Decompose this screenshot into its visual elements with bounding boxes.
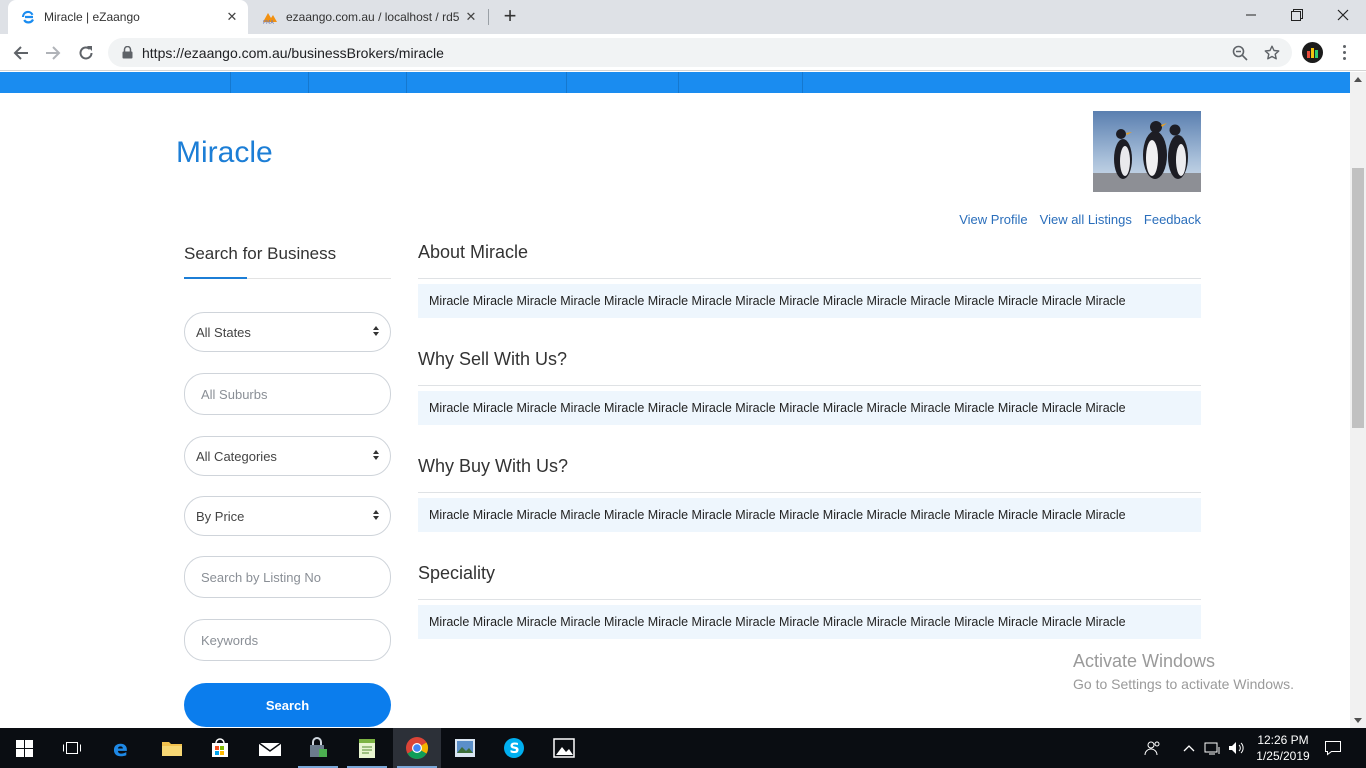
section-text: Miracle Miracle Miracle Miracle Miracle … [418, 284, 1201, 318]
photos-viewer-icon[interactable] [441, 728, 489, 768]
forward-icon[interactable] [40, 40, 66, 66]
notepad-icon[interactable] [343, 728, 391, 768]
skype-icon[interactable]: S [490, 728, 538, 768]
minimize-icon[interactable] [1228, 0, 1274, 30]
broker-profile-image [1093, 111, 1201, 192]
zoom-icon[interactable] [1228, 41, 1252, 65]
section-heading: About Miracle [418, 242, 529, 262]
svg-text:S: S [510, 741, 520, 757]
tab-miracle[interactable]: Miracle | eZaango ✕ [8, 0, 248, 34]
store-icon[interactable] [196, 728, 244, 768]
ezaango-favicon-icon [20, 9, 36, 25]
svg-text:PMA: PMA [263, 20, 274, 25]
lock-icon[interactable] [120, 46, 134, 60]
section-text: Miracle Miracle Miracle Miracle Miracle … [418, 605, 1201, 639]
svg-text:e: e [113, 737, 128, 759]
sidebar-title: Search for Business [184, 244, 337, 263]
phpmyadmin-favicon-icon: PMA [262, 9, 278, 25]
tab-title: Miracle | eZaango [44, 10, 140, 24]
watermark-title: Activate Windows [1073, 651, 1216, 671]
people-icon[interactable] [1142, 728, 1164, 768]
select-arrows-icon [372, 510, 379, 520]
extension-icon[interactable] [1302, 42, 1323, 63]
window-close-icon[interactable] [1320, 0, 1366, 30]
section-text: Miracle Miracle Miracle Miracle Miracle … [418, 498, 1201, 532]
price-select-value: By Price [196, 508, 245, 524]
reload-icon[interactable] [73, 40, 99, 66]
search-sidebar: Search for Business [184, 244, 391, 279]
keywords-input[interactable]: Keywords [184, 619, 391, 661]
address-bar[interactable]: https://ezaango.com.au/businessBrokers/m… [108, 38, 1292, 67]
browser-tab-strip: Miracle | eZaango ✕ PMA ezaango.com.au /… [0, 0, 1366, 34]
select-arrows-icon [372, 326, 379, 336]
tab-close-icon[interactable]: ✕ [461, 7, 481, 27]
section-heading: Why Buy With Us? [418, 456, 569, 476]
profile-links: View Profile View all Listings Feedback [959, 212, 1201, 227]
windows-taskbar: e S 12:26 PM 1/25/2019 [0, 728, 1366, 768]
clock-date: 1/25/2019 [1256, 749, 1310, 763]
state-select-value: All States [196, 324, 251, 340]
system-clock[interactable]: 12:26 PM 1/25/2019 [1250, 732, 1316, 764]
watermark-subtitle: Go to Settings to activate Windows. [1073, 676, 1294, 692]
keywords-placeholder: Keywords [201, 632, 259, 648]
page-title: Miracle [176, 136, 273, 169]
tab-title: ezaango.com.au / localhost / rd5 [286, 10, 460, 24]
page-scrollbar[interactable] [1350, 72, 1366, 728]
volume-icon[interactable] [1226, 728, 1248, 768]
activate-windows-watermark: Activate Windows Go to Settings to activ… [1073, 651, 1294, 692]
new-tab-icon[interactable]: + [498, 5, 522, 29]
scroll-down-icon[interactable] [1354, 718, 1362, 723]
network-icon[interactable] [1202, 728, 1224, 768]
tab-separator [488, 9, 489, 25]
bookmark-star-icon[interactable] [1260, 41, 1284, 65]
browser-toolbar: https://ezaango.com.au/businessBrokers/m… [0, 34, 1366, 71]
url-text[interactable]: https://ezaango.com.au/businessBrokers/m… [142, 45, 1228, 61]
listing-number-placeholder: Search by Listing No [201, 569, 321, 585]
scrollbar-thumb[interactable] [1352, 168, 1364, 428]
scroll-up-icon[interactable] [1354, 77, 1362, 82]
speciality-section: Speciality Miracle Miracle Miracle Mirac… [418, 563, 1201, 639]
notification-center-icon[interactable] [1322, 728, 1344, 768]
page-viewport: Miracle View Profile View all Listings F… [0, 72, 1350, 728]
why-sell-section: Why Sell With Us? Miracle Miracle Miracl… [418, 349, 1201, 425]
category-select-value: All Categories [196, 448, 277, 464]
section-heading: Why Sell With Us? [418, 349, 568, 369]
about-section: About Miracle Miracle Miracle Miracle Mi… [418, 242, 1201, 318]
feedback-link[interactable]: Feedback [1144, 212, 1201, 227]
why-buy-section: Why Buy With Us? Miracle Miracle Miracle… [418, 456, 1201, 532]
suburb-placeholder: All Suburbs [201, 386, 268, 402]
restore-icon[interactable] [1274, 0, 1320, 30]
clock-time: 12:26 PM [1257, 733, 1309, 747]
state-select[interactable]: All States [184, 312, 391, 352]
tab-phpmyadmin[interactable]: PMA ezaango.com.au / localhost / rd5 ✕ [250, 0, 487, 34]
tray-chevron-up-icon[interactable] [1180, 728, 1198, 768]
view-profile-link[interactable]: View Profile [959, 212, 1027, 227]
edge-icon[interactable]: e [98, 728, 146, 768]
sidebar-divider [184, 277, 391, 279]
back-icon[interactable] [8, 40, 34, 66]
search-button[interactable]: Search [184, 683, 391, 727]
chrome-icon[interactable] [393, 728, 441, 768]
photos-icon[interactable] [540, 728, 588, 768]
browser-menu-icon[interactable] [1334, 42, 1354, 62]
select-arrows-icon [372, 450, 379, 460]
task-view-icon[interactable] [48, 728, 96, 768]
listing-number-input[interactable]: Search by Listing No [184, 556, 391, 598]
section-heading: Speciality [418, 563, 496, 583]
windows-start-icon[interactable] [0, 728, 48, 768]
site-navbar [0, 72, 1350, 93]
category-select[interactable]: All Categories [184, 436, 391, 476]
security-icon[interactable] [294, 728, 342, 768]
suburb-input[interactable]: All Suburbs [184, 373, 391, 415]
view-all-listings-link[interactable]: View all Listings [1040, 212, 1132, 227]
price-select[interactable]: By Price [184, 496, 391, 536]
file-explorer-icon[interactable] [148, 728, 196, 768]
section-text: Miracle Miracle Miracle Miracle Miracle … [418, 391, 1201, 425]
mail-icon[interactable] [246, 728, 294, 768]
tab-close-icon[interactable]: ✕ [222, 7, 242, 27]
